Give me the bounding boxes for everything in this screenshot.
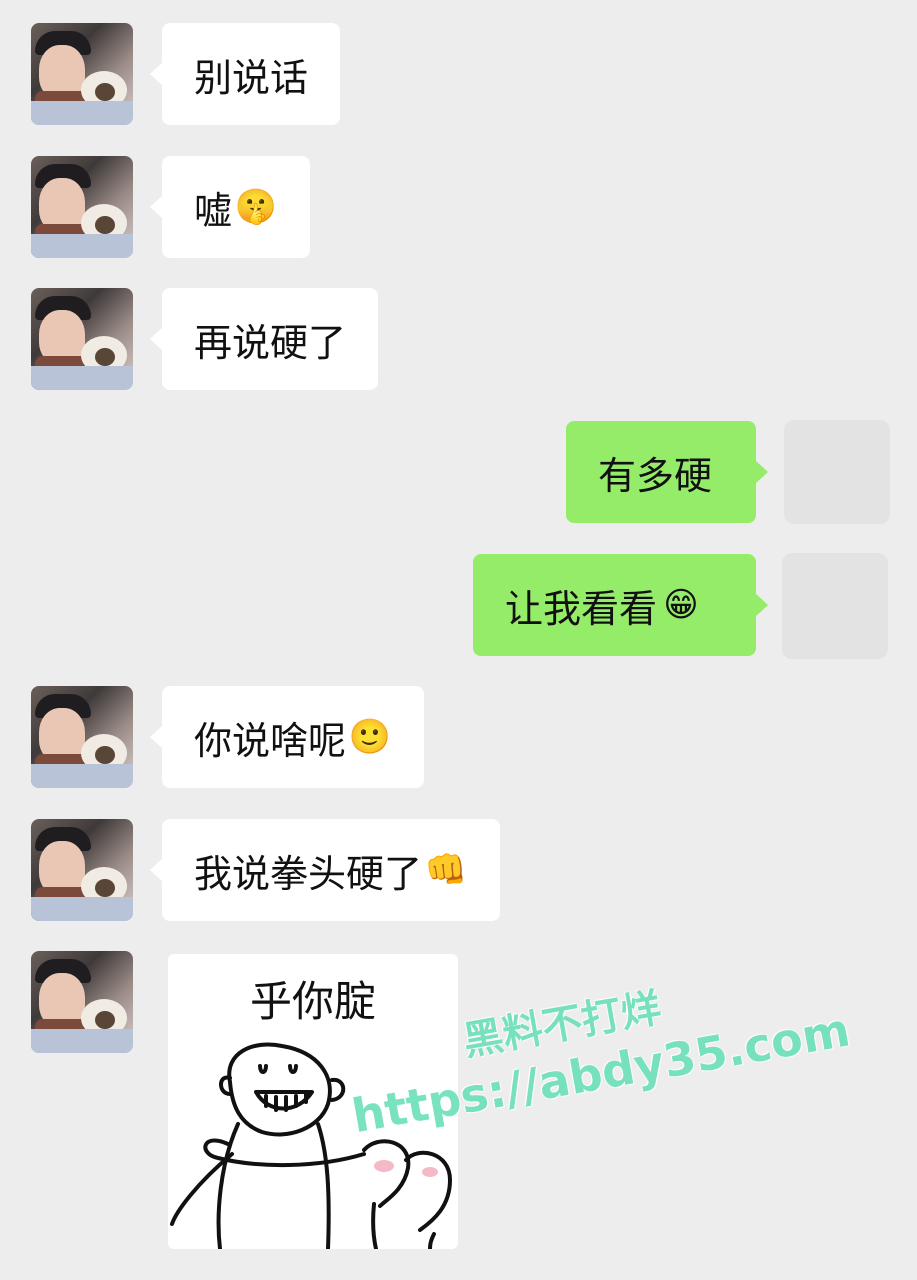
contact-avatar[interactable] <box>31 819 133 921</box>
contact-avatar[interactable] <box>31 23 133 125</box>
incoming-message-bubble[interactable]: 再说硬了 <box>149 288 379 390</box>
self-avatar[interactable] <box>782 553 888 659</box>
message-text: 让我看看 <box>505 586 658 631</box>
grinning-face-icon: 😁 <box>663 585 699 625</box>
message-text: 别说话 <box>194 55 309 100</box>
fist-icon: 👊 <box>424 850 468 890</box>
outgoing-message-bubble[interactable]: 有多硬 <box>566 421 768 523</box>
message-text: 我说拳头硬了 <box>194 851 423 896</box>
smiling-face-icon: 🙂 <box>348 717 392 757</box>
incoming-message-bubble[interactable]: 别说话 <box>149 23 341 125</box>
shushing-face-icon: 🤫 <box>234 187 278 227</box>
message-text: 嘘 <box>194 188 233 233</box>
message-text: 你说啥呢 <box>194 718 347 763</box>
incoming-message-bubble[interactable]: 你说啥呢 🙂 <box>149 686 425 788</box>
contact-avatar[interactable] <box>31 686 133 788</box>
self-avatar[interactable] <box>784 420 890 524</box>
chat-window: 别说话 嘘 🤫 再说硬了 有多硬 让我看看 😁 你说啥呢 🙂 我说拳头硬了 👊 <box>0 0 917 1280</box>
message-text: 有多硬 <box>598 453 713 498</box>
contact-avatar[interactable] <box>31 951 133 1053</box>
message-text: 再说硬了 <box>194 320 347 365</box>
contact-avatar[interactable] <box>31 288 133 390</box>
contact-avatar[interactable] <box>31 156 133 258</box>
incoming-message-bubble[interactable]: 嘘 🤫 <box>149 156 311 258</box>
incoming-message-bubble[interactable]: 我说拳头硬了 👊 <box>149 819 501 921</box>
outgoing-message-bubble[interactable]: 让我看看 😁 <box>473 554 768 656</box>
